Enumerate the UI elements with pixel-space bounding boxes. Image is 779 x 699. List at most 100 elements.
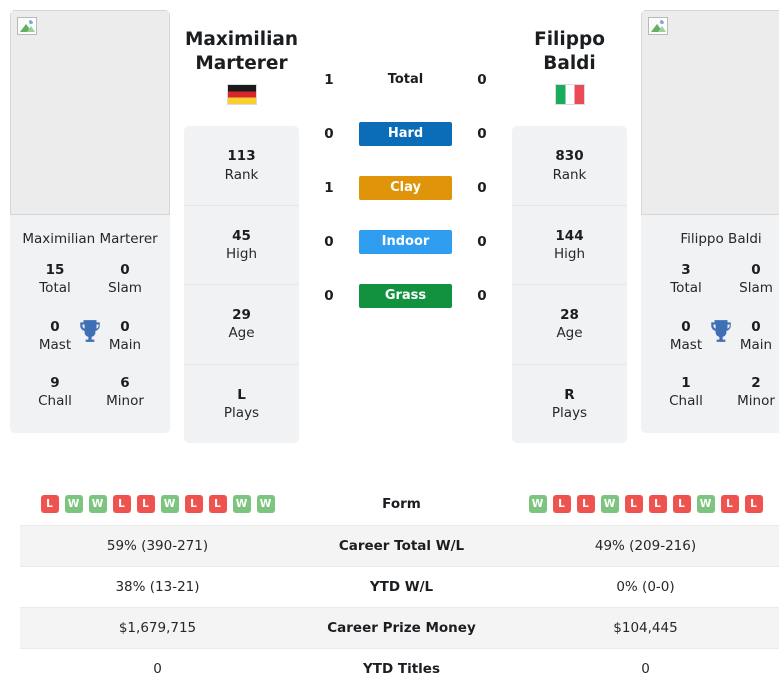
titles-cell: 15 Total (20, 261, 90, 297)
titles-value: 3 (681, 262, 691, 279)
left-player-flag (184, 84, 299, 106)
trophy-icon (708, 318, 734, 348)
left-form-cell: LWWLLWLLWW (20, 484, 295, 525)
form-badge-w[interactable]: W (528, 495, 547, 514)
row-label: Career Prize Money (295, 606, 508, 648)
right-form-cell: WLLWLLLWLL (508, 484, 779, 525)
head-to-head-column: 1 Total 0 0 Hard 0 1 Clay 0 0 Indoor 0 0 (313, 10, 498, 308)
name-line-2: Marterer (195, 52, 288, 74)
form-badge-l[interactable]: L (40, 495, 59, 514)
h2h-left-score: 0 (324, 126, 334, 142)
stat-label: Plays (551, 404, 588, 421)
stat-item: 830 Rank (512, 126, 627, 206)
stat-item: R Plays (512, 365, 627, 443)
form-badge-l[interactable]: L (648, 495, 667, 514)
form-badge-w[interactable]: W (696, 495, 715, 514)
h2h-row: 1 Clay 0 (313, 176, 498, 200)
name-line-1: Filippo Baldi (534, 29, 605, 74)
italy-flag-icon (554, 84, 585, 106)
form-badge-l[interactable]: L (624, 495, 643, 514)
right-player-stats-column: Filippo Baldi 830 Rank 144 High 28 Age R… (512, 10, 627, 444)
left-player-name: Maximilian Marterer (184, 10, 299, 75)
form-badge-w[interactable]: W (232, 495, 251, 514)
form-badge-w[interactable]: W (88, 495, 107, 514)
left-player-card: Maximilian Marterer 15 Total 0 Slam 0 Ma… (10, 10, 170, 433)
table-row: $1,679,715 Career Prize Money $104,445 (20, 606, 779, 648)
h2h-surface-hard[interactable]: Hard (359, 122, 452, 146)
right-value: $104,445 (508, 606, 779, 648)
left-form-strip: LWWLLWLLWW (24, 495, 291, 514)
stat-label: Rank (552, 166, 587, 183)
left-player-stats-column: Maximilian Marterer 113 Rank 45 High 29 … (184, 10, 299, 444)
right-titles-grid: 3 Total 0 Slam 0 Mast 0 Main 1 Chall 2 M… (641, 261, 779, 432)
titles-value: 2 (751, 375, 761, 392)
h2h-surface-total: Total (387, 72, 424, 87)
left-player-photo (10, 10, 170, 215)
h2h-right-score: 0 (477, 180, 487, 196)
stat-item: 28 Age (512, 285, 627, 365)
stat-label: Rank (224, 166, 259, 183)
form-badge-l[interactable]: L (112, 495, 131, 514)
stat-label: High (553, 246, 586, 262)
h2h-right-score: 0 (477, 234, 487, 250)
h2h-surface-indoor[interactable]: Indoor (359, 230, 452, 254)
titles-value: 1 (681, 375, 691, 392)
germany-flag-icon (226, 84, 257, 106)
h2h-row: 0 Indoor 0 (313, 230, 498, 254)
titles-cell: 0 Slam (721, 261, 779, 297)
h2h-left-score: 0 (324, 234, 334, 250)
stat-value: 144 (555, 227, 584, 244)
row-label: YTD W/L (295, 565, 508, 607)
form-badge-l[interactable]: L (720, 495, 739, 514)
stat-label: Plays (223, 404, 260, 421)
titles-label: Slam (108, 280, 142, 297)
form-badge-w[interactable]: W (160, 495, 179, 514)
right-player-name: Filippo Baldi (512, 10, 627, 75)
h2h-row: 0 Hard 0 (313, 122, 498, 146)
form-badge-w[interactable]: W (256, 495, 275, 514)
table-row: LWWLLWLLWW Form WLLWLLLWLL (20, 484, 779, 525)
form-badge-l[interactable]: L (136, 495, 155, 514)
stat-value: 830 (555, 148, 584, 165)
stat-value: R (564, 386, 575, 403)
h2h-surface-grass[interactable]: Grass (359, 284, 452, 308)
titles-cell: 0 Slam (90, 261, 160, 297)
right-player-photo (641, 10, 779, 215)
broken-image-icon (17, 17, 37, 35)
row-label: YTD Titles (295, 647, 508, 689)
titles-value: 15 (45, 262, 65, 279)
titles-label: Total (39, 280, 71, 297)
left-player-card-name: Maximilian Marterer (22, 231, 158, 247)
stat-item: 29 Age (184, 285, 299, 365)
titles-label: Minor (106, 393, 144, 410)
right-value: 49% (209-216) (508, 524, 779, 566)
stat-item: L Plays (184, 365, 299, 443)
h2h-left-score: 1 (324, 72, 334, 88)
titles-cell: 1 Chall (651, 374, 721, 410)
form-badge-l[interactable]: L (672, 495, 691, 514)
right-player-card: Filippo Baldi 3 Total 0 Slam 0 Mast 0 Ma… (641, 10, 779, 433)
h2h-left-score: 0 (324, 288, 334, 304)
form-badge-l[interactable]: L (208, 495, 227, 514)
stat-value: 45 (232, 227, 251, 244)
titles-label: Chall (38, 393, 72, 410)
h2h-surface-clay[interactable]: Clay (359, 176, 452, 200)
titles-value: 9 (50, 375, 60, 392)
form-badge-l[interactable]: L (576, 495, 595, 514)
form-badge-w[interactable]: W (64, 495, 83, 514)
left-value: 38% (13-21) (20, 565, 295, 607)
form-badge-w[interactable]: W (600, 495, 619, 514)
row-label: Career Total W/L (295, 524, 508, 566)
stat-value: 29 (232, 307, 251, 324)
titles-label: Slam (739, 280, 773, 297)
titles-label: Minor (737, 393, 775, 410)
titles-cell: 9 Chall (20, 374, 90, 410)
form-badge-l[interactable]: L (552, 495, 571, 514)
left-stat-box: 113 Rank 45 High 29 Age L Plays (184, 126, 299, 444)
left-value: $1,679,715 (20, 606, 295, 648)
player-comparison-page: Maximilian Marterer 15 Total 0 Slam 0 Ma… (0, 0, 779, 699)
right-form-strip: WLLWLLLWLL (512, 495, 779, 514)
form-badge-l[interactable]: L (184, 495, 203, 514)
form-badge-l[interactable]: L (744, 495, 763, 514)
right-player-flag (512, 84, 627, 106)
